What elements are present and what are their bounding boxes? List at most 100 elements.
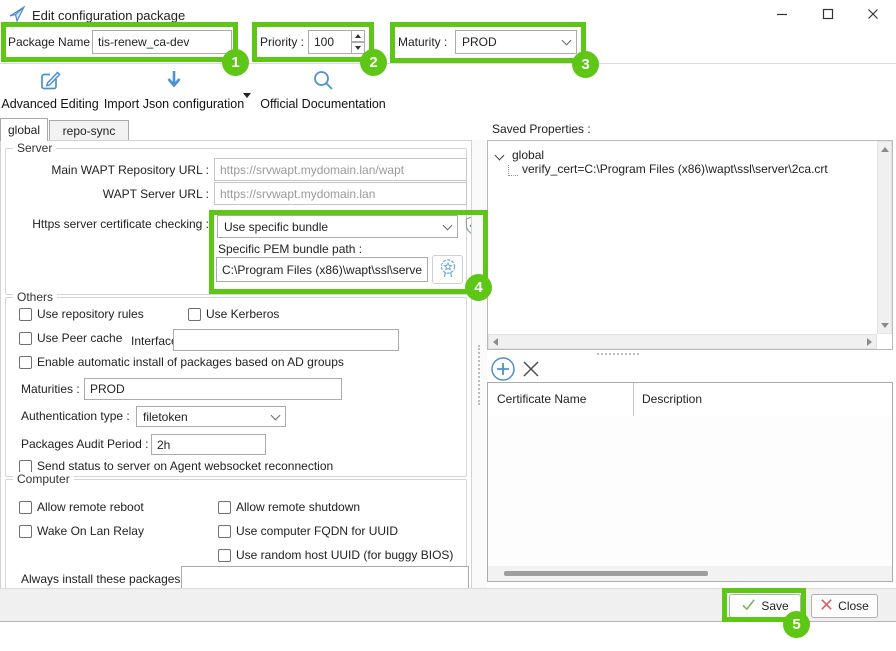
scroll-up-icon[interactable] (881, 147, 889, 152)
audit-period-input[interactable] (151, 434, 266, 455)
checkbox-use-kerberos[interactable]: Use Kerberos (188, 307, 279, 321)
checkbox-icon[interactable] (218, 525, 231, 538)
checkbox-label: Use computer FQDN for UUID (236, 524, 398, 538)
scroll-down-icon[interactable] (881, 323, 889, 328)
maturity-select[interactable]: PROD (455, 30, 577, 54)
shield-check-icon (463, 215, 472, 239)
import-json-button[interactable]: Import Json configuration (102, 68, 246, 111)
checkbox-icon[interactable] (218, 549, 231, 562)
certificate-table: Certificate Name Description (487, 382, 893, 582)
checkbox-label: Allow remote reboot (37, 500, 144, 514)
advanced-editing-label: Advanced Editing (1, 97, 98, 111)
auth-type-value: filetoken (143, 410, 188, 424)
pem-path-label: Specific PEM bundle path : (218, 242, 362, 256)
checkbox-fqdn-uuid[interactable]: Use computer FQDN for UUID (218, 524, 398, 538)
official-documentation-label: Official Documentation (260, 97, 386, 111)
server-group-label: Server (13, 141, 56, 155)
tree-vscrollbar[interactable] (877, 141, 892, 334)
certificate-badge-button[interactable] (432, 255, 463, 284)
table-hscrollbar[interactable] (488, 566, 892, 581)
tree-item-global[interactable]: global (496, 148, 544, 162)
tab-global-label: global (8, 123, 40, 137)
checkbox-label: Use random host UUID (for buggy BIOS) (236, 548, 453, 562)
maturity-label: Maturity : (398, 35, 447, 49)
interface-input[interactable] (173, 329, 399, 351)
cert-check-select[interactable]: Use specific bundle (217, 215, 458, 238)
maturities-input[interactable] (84, 378, 342, 400)
column-certificate-name[interactable]: Certificate Name (497, 392, 586, 406)
checkbox-allow-remote-shutdown[interactable]: Allow remote shutdown (218, 500, 360, 514)
tree-item-label: verify_cert=C:\Program Files (x86)\wapt\… (522, 162, 828, 176)
checkbox-allow-remote-reboot[interactable]: Allow remote reboot (19, 500, 144, 514)
column-description[interactable]: Description (642, 392, 702, 406)
checkbox-icon[interactable] (19, 332, 32, 345)
certificate-badge-icon (437, 257, 459, 282)
checkbox-ad-groups[interactable]: Enable automatic install of packages bas… (19, 355, 344, 369)
always-install-label: Always install these packages (21, 572, 180, 586)
window-title: Edit configuration package (32, 8, 185, 23)
tree-item-verify-cert[interactable]: verify_cert=C:\Program Files (x86)\wapt\… (508, 162, 828, 176)
checkbox-icon[interactable] (188, 308, 201, 321)
always-install-input[interactable] (181, 566, 469, 589)
checkbox-random-uuid[interactable]: Use random host UUID (for buggy BIOS) (218, 548, 453, 562)
saved-properties-label: Saved Properties : (492, 122, 591, 136)
checkbox-send-status[interactable]: Send status to server on Agent websocket… (19, 459, 333, 473)
checkbox-label: Use Peer cache (37, 331, 122, 345)
annotation-badge-1: 1 (222, 49, 249, 76)
checkbox-icon[interactable] (218, 501, 231, 514)
scroll-left-icon[interactable] (493, 338, 498, 346)
others-group-label: Others (13, 290, 57, 304)
annotation-badge-5: 5 (783, 611, 810, 638)
package-name-label: Package Name : (8, 35, 97, 49)
checkbox-wake-on-lan[interactable]: Wake On Lan Relay (19, 524, 144, 538)
priority-stepper[interactable] (351, 30, 365, 54)
checkbox-icon[interactable] (19, 308, 32, 321)
hscroll-thumb[interactable] (504, 571, 708, 576)
tree-connector-icon (508, 165, 518, 176)
annotation-badge-4: 4 (465, 274, 492, 301)
priority-label: Priority : (260, 35, 304, 49)
server-url-input[interactable] (214, 182, 467, 205)
tree-expander-icon[interactable] (495, 150, 505, 160)
tab-global[interactable]: global (0, 118, 48, 141)
checkbox-icon[interactable] (19, 501, 32, 514)
server-url-label: WAPT Server URL : (1, 187, 209, 201)
tab-repo-sync[interactable]: repo-sync (49, 120, 129, 141)
maximize-button[interactable] (811, 2, 845, 26)
checkbox-label: Use Kerberos (206, 307, 279, 321)
close-window-button[interactable] (856, 2, 890, 26)
checkbox-use-peer-cache[interactable]: Use Peer cache (19, 331, 122, 345)
tab-repo-sync-label: repo-sync (63, 124, 116, 138)
minimize-button[interactable] (765, 2, 799, 26)
advanced-editing-button[interactable]: Advanced Editing (2, 68, 98, 111)
chevron-down-icon (562, 36, 572, 46)
auth-type-select[interactable]: filetoken (136, 406, 286, 427)
tree-hscrollbar[interactable] (488, 334, 877, 349)
vertical-splitter[interactable] (472, 140, 487, 589)
priority-input[interactable] (308, 30, 352, 54)
auth-type-label: Authentication type : (21, 409, 130, 423)
saved-properties-tree: global verify_cert=C:\Program Files (x86… (487, 140, 893, 350)
repo-url-input[interactable] (214, 158, 467, 181)
horizontal-splitter[interactable] (487, 350, 893, 357)
add-certificate-button[interactable] (490, 356, 516, 382)
app-icon (8, 5, 26, 23)
checkbox-icon[interactable] (19, 356, 32, 369)
table-header: Certificate Name Description (488, 383, 892, 416)
import-json-dropdown-icon[interactable] (243, 93, 251, 98)
pem-path-input[interactable] (216, 257, 428, 282)
spin-up-icon[interactable] (351, 30, 365, 42)
checkbox-icon[interactable] (19, 525, 32, 538)
search-icon (311, 68, 335, 95)
remove-certificate-button[interactable] (521, 359, 541, 379)
save-button-label: Save (761, 599, 788, 613)
annotation-badge-2: 2 (360, 49, 387, 76)
repo-url-label: Main WAPT Repository URL : (1, 163, 209, 177)
arrow-down-icon (162, 68, 186, 95)
package-name-input[interactable] (92, 30, 232, 54)
checkbox-icon[interactable] (19, 460, 32, 473)
checkbox-use-repository-rules[interactable]: Use repository rules (19, 307, 144, 321)
scroll-right-icon[interactable] (867, 338, 872, 346)
column-divider[interactable] (633, 383, 634, 416)
close-button[interactable]: Close (811, 594, 878, 618)
